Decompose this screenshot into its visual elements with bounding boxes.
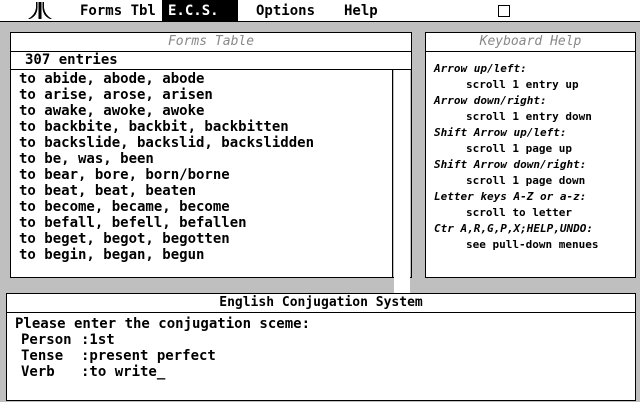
help-key: Ctr A,R,G,P,X;HELP,UNDO:: [434, 222, 593, 235]
conjugation-prompt: Please enter the conjugation sceme:: [15, 316, 311, 332]
list-item[interactable]: to begin, began, begun: [19, 247, 389, 263]
person-label: Person: [21, 332, 72, 348]
keyboard-help-title[interactable]: Keyboard Help: [426, 33, 635, 52]
help-key: Shift Arrow down/right:: [434, 158, 587, 171]
help-key: Letter keys A-Z or a-z:: [434, 190, 587, 203]
verb-input[interactable]: :to write_: [81, 364, 165, 380]
conjugation-title[interactable]: English Conjugation System: [7, 294, 635, 313]
menu-ecs[interactable]: E.C.S.: [162, 0, 238, 21]
menu-help[interactable]: Help: [338, 0, 384, 21]
list-item[interactable]: to abide, abode, abode: [19, 71, 389, 87]
list-item[interactable]: to arise, arose, arisen: [19, 87, 389, 103]
help-desc: scroll to letter: [466, 206, 572, 219]
help-key: Arrow down/right:: [434, 94, 547, 107]
forms-table-window: Forms Table 307 entries to abide, abode,…: [10, 32, 412, 301]
help-key: Arrow up/left:: [434, 62, 527, 75]
menu-options[interactable]: Options: [250, 0, 321, 21]
list-item[interactable]: to bear, bore, born/borne: [19, 167, 389, 183]
forms-list: to abide, abode, abode to arise, arose, …: [19, 71, 389, 263]
help-desc: scroll 1 page up: [466, 142, 572, 155]
list-item[interactable]: to beat, beat, beaten: [19, 183, 389, 199]
list-item[interactable]: to become, became, become: [19, 199, 389, 215]
list-item[interactable]: to befall, befell, befallen: [19, 215, 389, 231]
verb-label: Verb: [21, 364, 55, 380]
menu-bar: Forms Tbl E.C.S. Options Help: [0, 0, 640, 22]
person-input[interactable]: :1st: [81, 332, 115, 348]
person-row: Person :1st: [15, 332, 310, 348]
conjugation-content: Please enter the conjugation sceme: Pers…: [15, 316, 310, 380]
list-item[interactable]: to beget, begot, begotten: [19, 231, 389, 247]
help-desc: scroll 1 entry up: [466, 78, 579, 91]
conjugation-window: English Conjugation System Please enter …: [6, 293, 636, 401]
help-desc: see pull-down menues: [466, 238, 599, 251]
keyboard-help-content: Arrow up/left: scroll 1 entry up Arrow d…: [434, 61, 633, 253]
keyboard-help-window: Keyboard Help Arrow up/left: scroll 1 en…: [425, 32, 636, 278]
entry-count: 307 entries: [11, 52, 411, 70]
forms-table-title[interactable]: Forms Table: [11, 33, 411, 52]
list-item[interactable]: to awake, awoke, awoke: [19, 103, 389, 119]
menu-forms-tbl[interactable]: Forms Tbl: [74, 0, 162, 21]
help-desc: scroll 1 page down: [466, 174, 586, 187]
forms-scrollbar[interactable]: [392, 70, 411, 301]
conjugation-title-text: English Conjugation System: [215, 295, 427, 310]
list-item[interactable]: to backbite, backbit, backbitten: [19, 119, 389, 135]
help-key: Shift Arrow up/left:: [434, 126, 567, 139]
atari-logo-icon[interactable]: [28, 2, 52, 19]
list-item[interactable]: to be, was, been: [19, 151, 389, 167]
help-desc: scroll 1 entry down: [466, 110, 592, 123]
tense-row: Tense :present perfect: [15, 348, 310, 364]
tense-label: Tense: [21, 348, 64, 364]
scrollbar-thumb[interactable]: [394, 70, 410, 301]
window-full-box-icon[interactable]: [498, 5, 510, 17]
list-item[interactable]: to backslide, backslid, backslidden: [19, 135, 389, 151]
tense-input[interactable]: :present perfect: [81, 348, 216, 364]
verb-row: Verb :to write_: [15, 364, 310, 380]
